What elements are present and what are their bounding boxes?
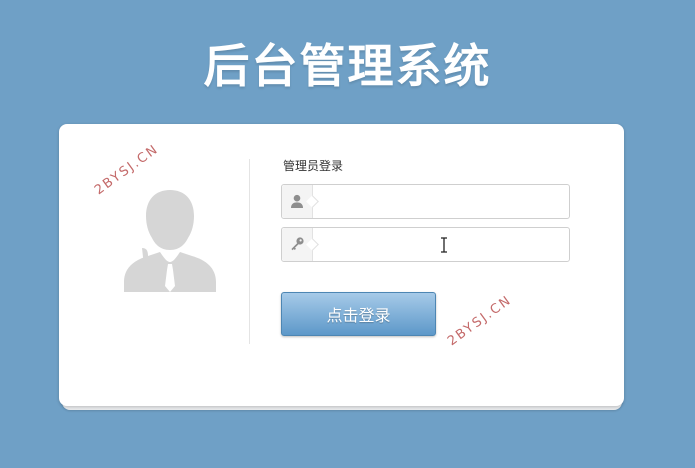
- panel-divider: [249, 159, 250, 344]
- password-field[interactable]: [281, 227, 570, 262]
- login-button[interactable]: 点击登录: [281, 292, 436, 336]
- app-title: 后台管理系统: [203, 39, 492, 93]
- username-addon: [282, 185, 313, 218]
- password-addon: [282, 228, 313, 261]
- username-field[interactable]: [281, 184, 570, 219]
- user-silhouette-icon: [124, 190, 216, 292]
- text-cursor-icon: [441, 237, 447, 253]
- key-icon: [291, 237, 304, 251]
- user-icon: [291, 194, 303, 208]
- username-input[interactable]: [322, 189, 564, 214]
- login-section-label: 管理员登录: [283, 159, 344, 173]
